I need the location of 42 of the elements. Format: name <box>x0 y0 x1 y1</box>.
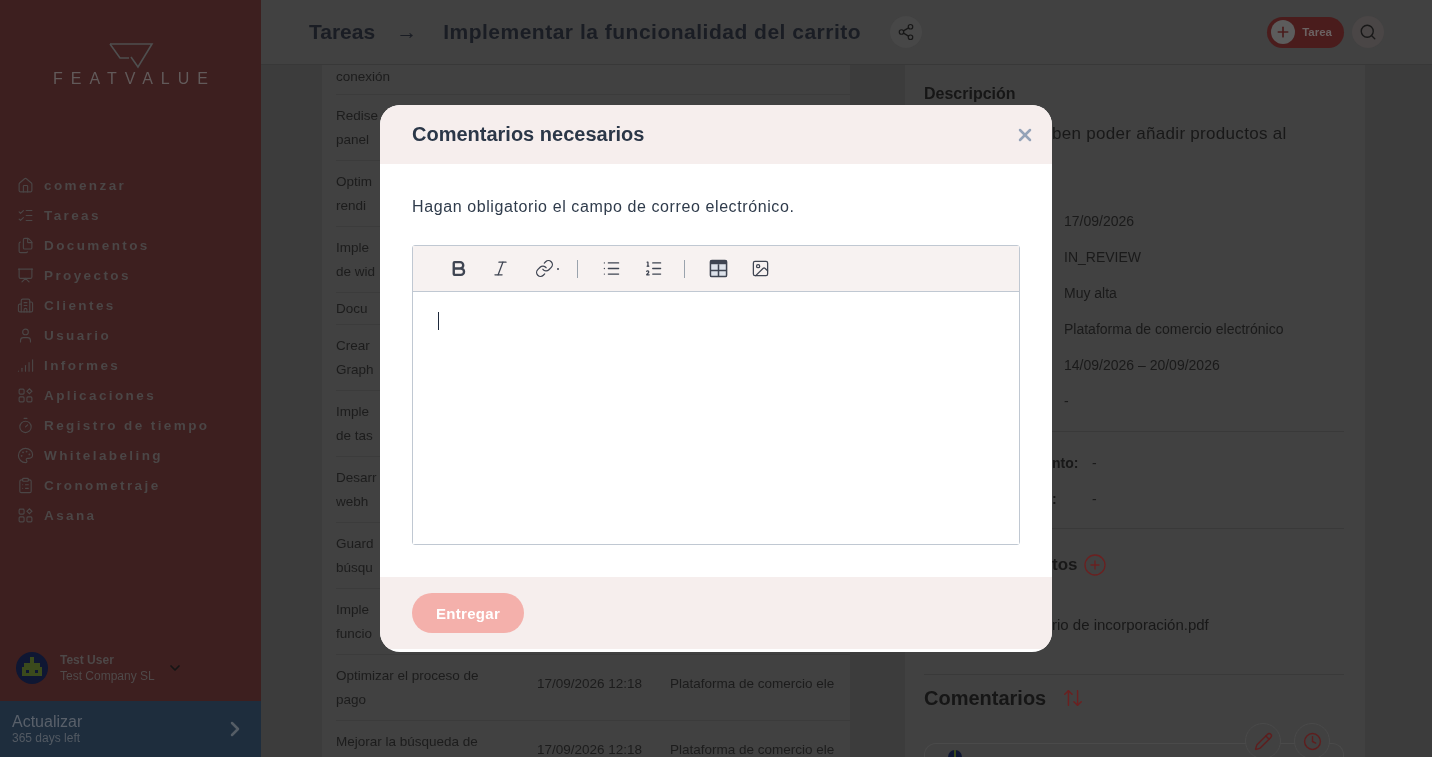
share-button[interactable] <box>890 16 923 48</box>
apps-icon <box>17 506 34 524</box>
breadcrumb-arrow: → <box>396 20 418 44</box>
pencil-icon <box>1253 731 1273 751</box>
palette-icon <box>17 446 34 464</box>
field-value: - <box>1092 491 1097 507</box>
sort-button[interactable] <box>1062 687 1085 709</box>
bulleted-list-icon <box>601 259 621 278</box>
logo-icon <box>107 42 154 69</box>
search-icon <box>1359 23 1377 41</box>
apps-icon <box>17 386 34 404</box>
edit-button[interactable] <box>1245 723 1281 757</box>
link-icon <box>535 259 554 278</box>
building-icon <box>17 296 34 314</box>
table-icon <box>708 259 728 278</box>
dialog-prompt: Hagan obligatorio el campo de correo electrónico. <box>412 197 795 217</box>
brand-name: FEATVALUE <box>52 70 216 87</box>
user-icon <box>17 326 34 344</box>
plus-icon <box>1271 20 1296 44</box>
presentation-icon <box>17 266 34 284</box>
image-icon <box>750 259 770 278</box>
home-icon <box>17 176 34 194</box>
avatar-icon <box>16 652 48 684</box>
upgrade-title: Actualizar <box>12 712 83 731</box>
files-icon <box>17 236 34 254</box>
sort-arrows-icon <box>1062 687 1085 709</box>
avatar-icon <box>948 750 962 757</box>
clock-icon <box>1302 731 1322 751</box>
clipboard-icon <box>17 476 34 494</box>
add-document-button[interactable] <box>1082 553 1107 577</box>
new-task-button[interactable]: Tarea <box>1267 16 1344 48</box>
field-value: - <box>1064 392 1069 411</box>
field-value: - <box>1092 455 1097 471</box>
share-icon <box>897 23 916 41</box>
dialog-title: Comentarios necesarios <box>412 123 645 146</box>
plus-circle-icon <box>1082 553 1107 577</box>
search-button[interactable] <box>1352 16 1384 48</box>
history-button[interactable] <box>1294 723 1330 757</box>
timer-icon <box>17 416 34 434</box>
signal-bars-icon <box>17 356 34 374</box>
field-label: : <box>1052 491 1057 507</box>
numbered-list-icon <box>643 259 663 278</box>
